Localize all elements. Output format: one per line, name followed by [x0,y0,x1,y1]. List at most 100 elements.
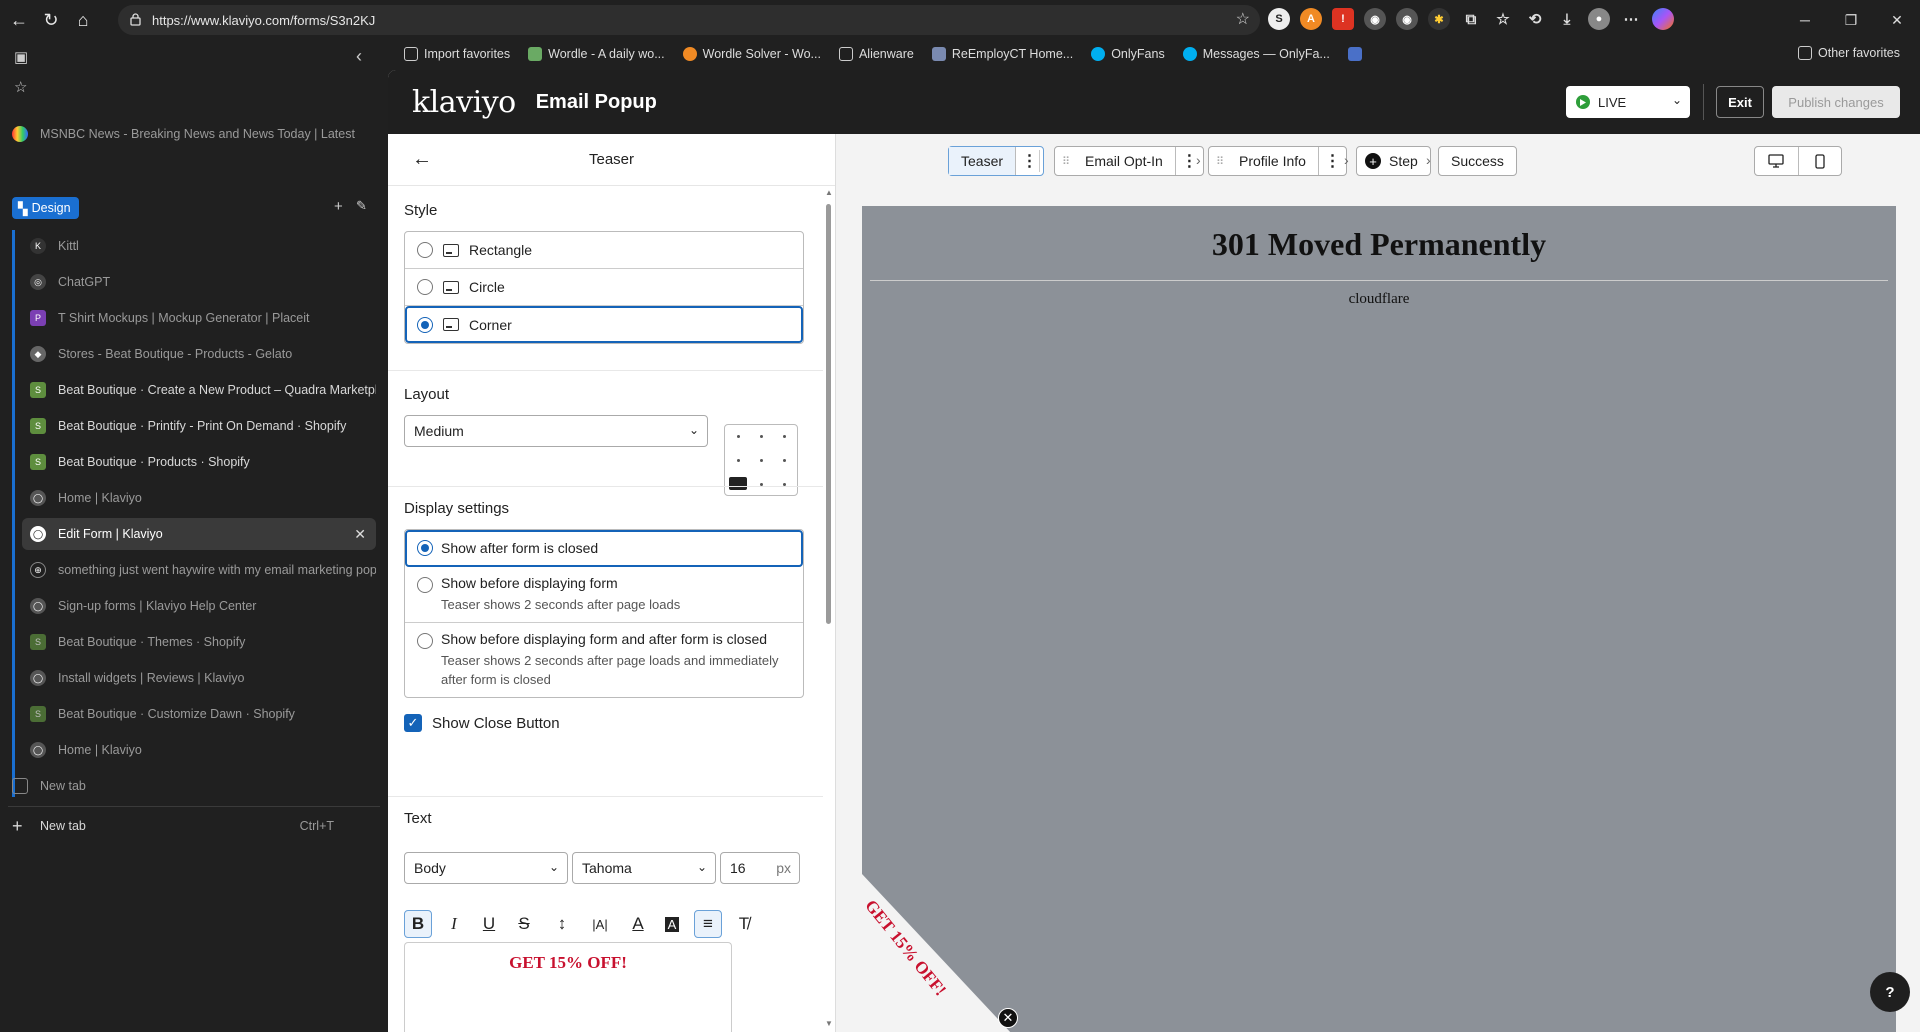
favorite-alienware[interactable]: Alienware [838,47,914,61]
align-center-button[interactable]: ≡ [694,910,722,938]
favorite-onlyfans[interactable]: OnlyFans [1091,47,1165,61]
live-status-dropdown[interactable]: LIVE ⌄ [1566,86,1690,118]
text-style-select[interactable]: Body ⌄ [404,852,568,884]
corner-teaser[interactable] [862,874,1012,1032]
clear-formatting-button[interactable]: T̸ [730,910,758,938]
home-icon[interactable]: ⌂ [70,7,96,33]
refresh-icon[interactable]: ↻ [38,7,64,33]
extension-gear-icon[interactable]: ✱ [1428,8,1450,30]
new-tab-button[interactable]: + New tab Ctrl+T [4,810,358,842]
scrollbar[interactable]: ▲ ▼ [823,186,835,1032]
extension-red-icon[interactable]: ! [1332,8,1354,30]
favorites-star-icon[interactable]: ☆ [14,78,27,96]
letter-spacing-button[interactable]: |A| [586,910,614,938]
highlight-color-button[interactable]: A [658,910,686,938]
step-menu-icon[interactable]: ⋮ [1317,147,1346,175]
tab-printify[interactable]: S Beat Boutique · Printify - Print On Dem… [22,410,376,442]
style-option-corner[interactable]: Corner [405,306,803,343]
help-button[interactable]: ? [1870,972,1910,1012]
step-teaser[interactable]: Teaser ⋮ [948,146,1045,176]
publish-changes-button[interactable]: Publish changes [1772,86,1900,118]
history-icon[interactable]: ⟲ [1524,8,1546,30]
tab-gelato[interactable]: ◆ Stores - Beat Boutique - Products - Gel… [22,338,376,370]
tab-quadra[interactable]: S Beat Boutique · Create a New Product – … [22,374,376,406]
step-success[interactable]: Success [1438,146,1517,176]
tab-placeit[interactable]: PT Shirt Mockups | Mockup Generator | Pl… [22,302,376,334]
extension-s-icon[interactable]: S [1268,8,1290,30]
add-step-button[interactable]: + Step [1356,146,1431,176]
favorite-import[interactable]: Import favorites [404,47,510,61]
font-family-select[interactable]: Tahoma ⌄ [572,852,716,884]
address-bar[interactable]: https://www.klaviyo.com/forms/S3n2KJ ☆ [118,5,1260,35]
extension-orange-icon[interactable]: A [1300,8,1322,30]
onlyfans-icon [1091,47,1106,61]
drag-handle-icon[interactable]: ⠿ [1209,155,1227,168]
layout-size-select[interactable]: Medium ⌄ [404,415,708,447]
favorite-wordle-solver[interactable]: Wordle Solver - Wo... [682,47,821,61]
line-height-button[interactable]: ↕ [548,910,576,938]
add-tab-to-group-icon[interactable]: + [334,198,343,215]
tab-klaviyo-home[interactable]: ◯ Home | Klaviyo [22,482,376,514]
close-window-icon[interactable]: ✕ [1874,0,1920,40]
tab-customize-dawn[interactable]: S Beat Boutique · Customize Dawn · Shopif… [22,698,376,730]
position-bottom-left-selected[interactable] [729,477,747,490]
display-option-before-form[interactable]: Show before displaying form Teaser shows … [405,567,803,623]
favorite-star-icon[interactable]: ☆ [1236,9,1250,29]
extensions-puzzle-icon[interactable]: ⧉ [1460,8,1482,30]
tab-klaviyo-home-2[interactable]: ◯ Home | Klaviyo [22,734,376,766]
strikethrough-button[interactable]: S [510,910,538,938]
downloads-icon[interactable]: ⤓ [1556,8,1578,30]
show-close-button-checkbox[interactable]: ✓ Show Close Button [404,714,804,732]
drag-handle-icon[interactable]: ⠿ [1055,155,1073,168]
tab-shopify-products[interactable]: S Beat Boutique · Products · Shopify [22,446,376,478]
form-title: Email Popup [535,90,657,113]
profile-avatar[interactable]: ● [1588,8,1610,30]
collapse-sidebar-icon[interactable]: ‹ [356,46,362,67]
style-option-rectangle[interactable]: Rectangle [405,232,803,269]
tab-help-center[interactable]: ◯ Sign-up forms | Klaviyo Help Center [22,590,376,622]
copilot-icon[interactable] [1652,8,1674,30]
mobile-view-button[interactable] [1799,147,1842,175]
font-size-input[interactable]: 16 px [720,852,800,884]
tab-haywire[interactable]: ⊕ something just went haywire with my ema… [22,554,376,586]
tab-shopify-themes[interactable]: S Beat Boutique · Themes · Shopify [22,626,376,658]
scrollbar-thumb[interactable] [826,204,831,624]
back-icon[interactable]: ← [6,7,32,33]
underline-button[interactable]: U [475,910,503,938]
sidebar-toggle-icon[interactable]: ▣ [14,48,28,66]
teaser-close-icon[interactable]: ✕ [998,1008,1018,1028]
close-tab-icon[interactable]: ✕ [354,526,366,543]
exit-button[interactable]: Exit [1716,86,1764,118]
step-email-opt-in[interactable]: ⠿ Email Opt-In ⋮ [1054,146,1204,176]
extension-gray-icon[interactable]: ◉ [1364,8,1386,30]
restore-icon[interactable]: ❐ [1828,0,1874,40]
bold-button[interactable]: B [404,910,432,938]
tab-kittl[interactable]: K Kittl [22,230,376,262]
more-menu-icon[interactable]: ⋯ [1620,8,1642,30]
favorites-icon[interactable]: ☆ [1492,8,1514,30]
tab-new-tab[interactable]: New tab [4,770,358,802]
display-option-after-closed[interactable]: Show after form is closed [405,530,803,567]
favorite-wordle[interactable]: Wordle - A daily wo... [528,47,665,61]
desktop-view-button[interactable] [1755,147,1799,175]
display-option-before-and-after[interactable]: Show before displaying form and after fo… [405,623,803,697]
favorite-messages[interactable]: Messages — OnlyFa... [1182,47,1330,61]
edit-group-icon[interactable]: ✎ [356,198,367,214]
style-option-circle[interactable]: Circle [405,269,803,306]
favorite-extra[interactable] [1347,47,1362,61]
back-arrow-icon[interactable]: ← [412,148,432,171]
tab-group-design[interactable]: ▚ Design [12,197,79,219]
chevron-right-icon: › [1344,152,1349,168]
tab-install-widgets[interactable]: ◯ Install widgets | Reviews | Klaviyo [22,662,376,694]
step-profile-info[interactable]: ⠿ Profile Info ⋮ [1208,146,1347,176]
italic-button[interactable]: I [440,910,468,938]
text-color-button[interactable]: A [624,910,652,938]
pinned-tab-msnbc[interactable]: MSNBC News - Breaking News and News Toda… [4,118,358,150]
other-favorites[interactable]: Other favorites [1798,46,1900,60]
extension-gray2-icon[interactable]: ◉ [1396,8,1418,30]
minimize-icon[interactable]: ─ [1782,0,1828,40]
rich-text-editor[interactable]: GET 15% OFF! [404,942,732,1032]
favorite-reemployct[interactable]: ReEmployCT Home... [931,47,1073,61]
tab-edit-form-klaviyo[interactable]: ◯ Edit Form | Klaviyo ✕ [22,518,376,550]
tab-chatgpt[interactable]: ◎ ChatGPT [22,266,376,298]
